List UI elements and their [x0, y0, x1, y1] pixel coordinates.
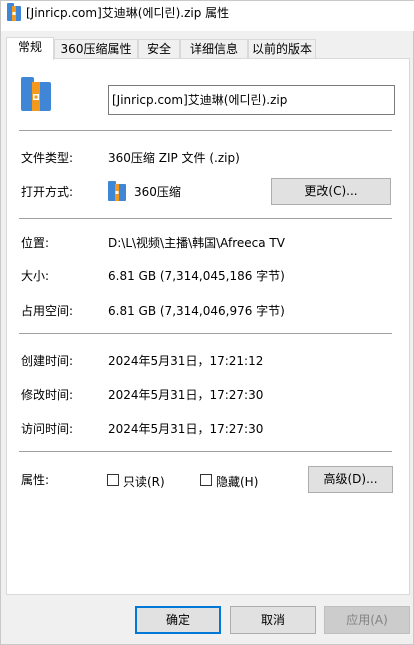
readonly-label[interactable]: 只读(R)	[123, 473, 165, 490]
window-title: [Jinricp.com]艾迪琳(에디린).zip 属性	[26, 6, 230, 20]
separator	[19, 218, 392, 219]
modified-value: 2024年5月31日，17:27:30	[108, 388, 264, 402]
size-on-disk-label: 占用空间:	[21, 304, 74, 318]
tab-previous-versions[interactable]: 以前的版本	[248, 39, 316, 59]
tab-360-archive-properties[interactable]: 360压缩属性	[54, 39, 138, 59]
opens-with-value: 360压缩	[134, 185, 181, 199]
separator	[19, 333, 392, 334]
cancel-button[interactable]: 取消	[230, 606, 316, 634]
size-value: 6.81 GB (7,314,045,186 字节)	[108, 269, 285, 283]
change-button[interactable]: 更改(C)...	[271, 178, 391, 205]
size-label: 大小:	[21, 269, 50, 283]
zip-archive-icon	[7, 3, 21, 21]
modified-label: 修改时间:	[21, 388, 74, 402]
360zip-app-icon	[108, 181, 126, 201]
readonly-checkbox[interactable]	[107, 474, 119, 486]
advanced-button[interactable]: 高级(D)...	[308, 466, 393, 493]
file-type-value: 360压缩 ZIP 文件 (.zip)	[108, 151, 240, 165]
attributes-label: 属性:	[21, 473, 50, 487]
accessed-value: 2024年5月31日，17:27:30	[108, 422, 264, 436]
separator	[19, 451, 392, 452]
file-name-field[interactable]: [Jinricp.com]艾迪琳(에디린).zip	[108, 85, 395, 115]
title-bar[interactable]: [Jinricp.com]艾迪琳(에디린).zip 属性	[1, 1, 414, 31]
location-label: 位置:	[21, 236, 50, 250]
accessed-label: 访问时间:	[21, 422, 74, 436]
opens-with-label: 打开方式:	[21, 185, 74, 199]
separator	[19, 130, 392, 131]
file-type-label: 文件类型:	[21, 151, 74, 165]
hidden-label[interactable]: 隐藏(H)	[216, 473, 258, 490]
tab-security[interactable]: 安全	[138, 39, 180, 59]
properties-window: [Jinricp.com]艾迪琳(에디린).zip 属性 常规 360压缩属性 …	[0, 0, 414, 645]
general-panel: [Jinricp.com]艾迪琳(에디린).zip 文件类型: 360压缩 ZI…	[6, 58, 410, 595]
apply-button[interactable]: 应用(A)	[324, 606, 410, 634]
created-value: 2024年5月31日，17:21:12	[108, 354, 264, 368]
hidden-checkbox[interactable]	[200, 474, 212, 486]
ok-button[interactable]: 确定	[135, 606, 221, 634]
size-on-disk-value: 6.81 GB (7,314,046,976 字节)	[108, 304, 285, 318]
created-label: 创建时间:	[21, 354, 74, 368]
tab-general[interactable]: 常规	[6, 37, 54, 60]
location-value: D:\L\视频\主播\韩国\Afreeca TV	[108, 236, 285, 250]
zip-archive-icon	[21, 77, 51, 111]
tab-details[interactable]: 详细信息	[180, 39, 248, 59]
